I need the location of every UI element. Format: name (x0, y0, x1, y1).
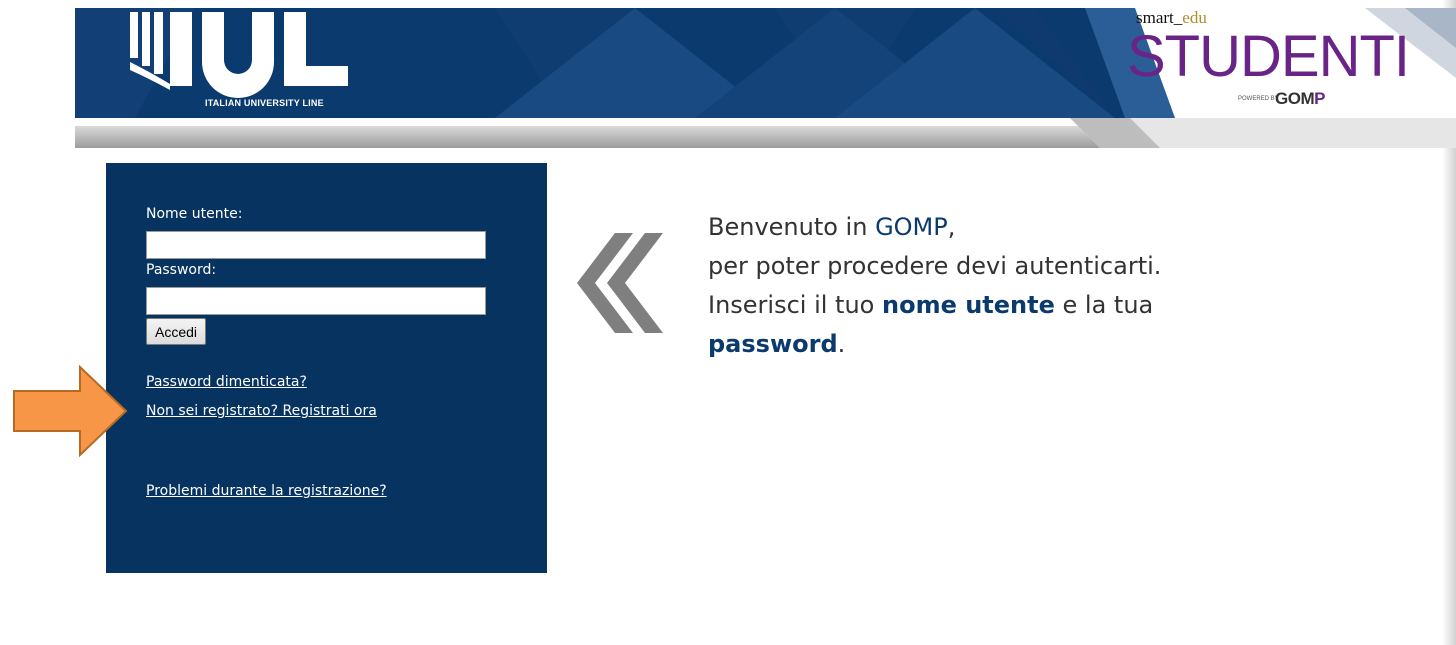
welcome-gomp: GOMP (875, 213, 948, 241)
welcome-line-2: per poter procedere devi autenticarti. (708, 252, 1162, 280)
brand-gomp-text: GOM (1275, 89, 1315, 108)
password-label: Password: (146, 262, 217, 278)
logo-subtitle: ITALIAN UNIVERSITY LINE (205, 98, 324, 108)
welcome-line-1: Benvenuto in GOMP, (708, 208, 1408, 247)
welcome-and-your: e la tua (1054, 291, 1154, 319)
username-input[interactable] (146, 231, 486, 259)
welcome-comma: , (947, 213, 956, 241)
welcome-greeting: Benvenuto in (708, 213, 876, 241)
double-chevron-left-icon (577, 233, 663, 333)
welcome-line-3: Inserisci il tuo nome utente e la tua (708, 286, 1408, 325)
register-link[interactable]: Non sei registrato? Registrati ora (146, 403, 377, 419)
brand-gomp-p: P (1314, 89, 1325, 108)
welcome-period: . (837, 330, 846, 358)
brand-studenti: STUDENTI (1127, 24, 1410, 89)
welcome-line-4: password. (708, 325, 1408, 364)
brand-gomp: GOMP (1275, 89, 1325, 109)
header-separator-accent (1070, 118, 1456, 148)
welcome-message: Benvenuto in GOMP, per poter procedere d… (708, 208, 1408, 364)
iul-logo (130, 12, 348, 98)
brand-powered-by: POWERED BY (1238, 96, 1279, 102)
forgot-password-link[interactable]: Password dimenticata? (146, 374, 307, 390)
welcome-insert: Inserisci il tuo (708, 291, 882, 319)
username-label: Nome utente: (146, 206, 243, 222)
welcome-password-emphasis: password (708, 330, 838, 358)
login-panel: Nome utente: Password: Accedi Password d… (106, 163, 547, 573)
password-input[interactable] (146, 287, 486, 315)
registration-problems-link[interactable]: Problemi durante la registrazione? (146, 483, 387, 499)
welcome-username-emphasis: nome utente (882, 291, 1055, 319)
login-button[interactable]: Accedi (146, 318, 207, 345)
pointer-arrow-icon (13, 365, 128, 457)
